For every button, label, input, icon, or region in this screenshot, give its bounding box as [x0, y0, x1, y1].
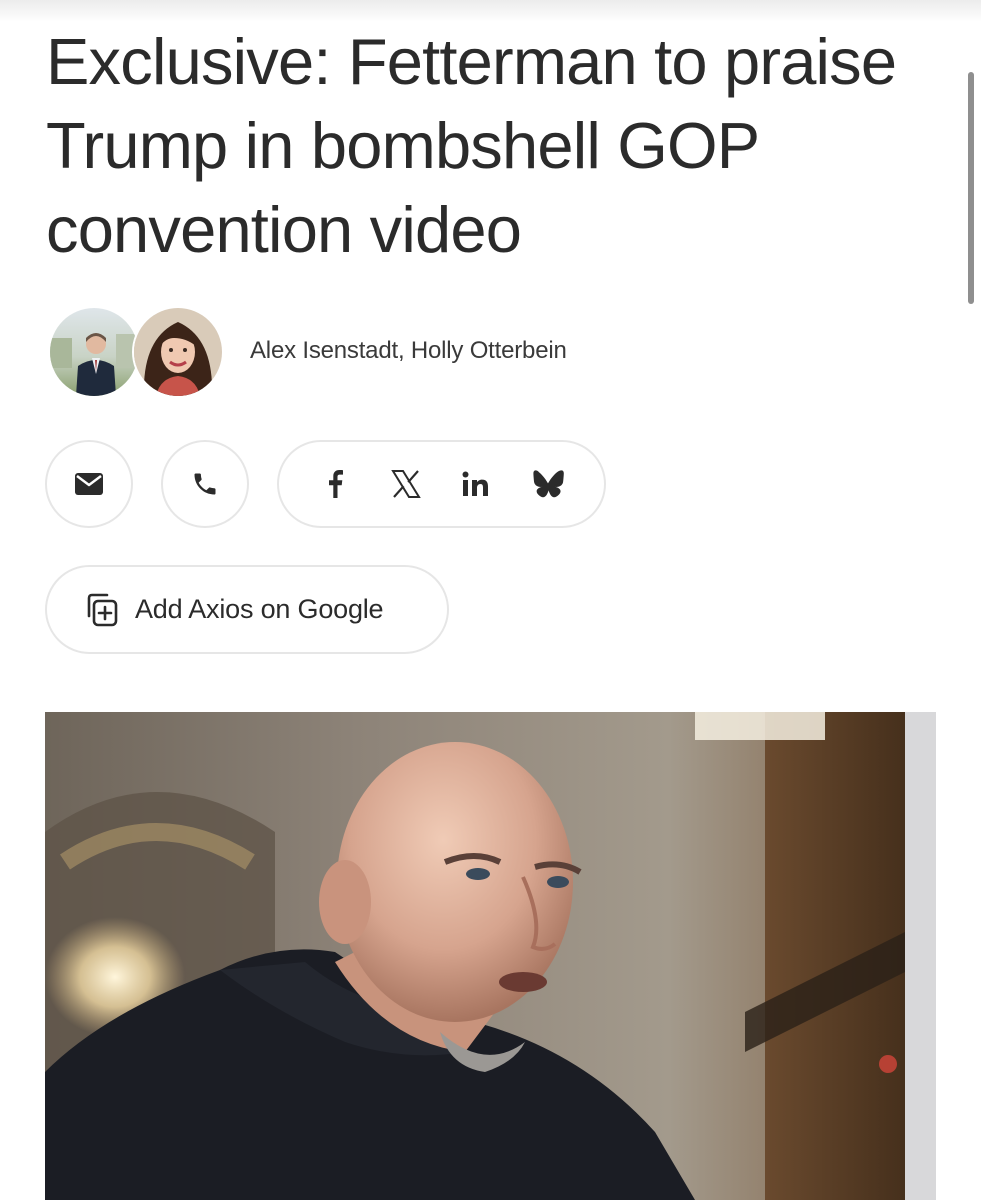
google-button-label: Add Axios on Google — [135, 594, 384, 624]
article-headline: Exclusive: Fetterman to praise Trump in … — [46, 25, 897, 266]
author-avatars — [48, 306, 224, 398]
article-bylines: Alex Isenstadt, Holly Otterbein — [250, 337, 567, 364]
add-axios-on-google-button[interactable]: Add Axios on Google — [45, 565, 449, 654]
share-phone-button[interactable] — [161, 440, 249, 528]
email-icon — [67, 462, 111, 506]
top-fade — [0, 0, 981, 22]
bluesky-icon[interactable] — [526, 462, 570, 506]
scrollbar[interactable] — [968, 72, 974, 304]
facebook-icon[interactable] — [313, 462, 357, 506]
author-avatar-alex-isenstadt[interactable] — [48, 306, 140, 398]
x-icon[interactable] — [384, 462, 428, 506]
share-email-button[interactable] — [45, 440, 133, 528]
linkedin-icon[interactable] — [455, 462, 499, 506]
social-share-group — [277, 440, 606, 528]
author-avatar-holly-otterbein[interactable] — [132, 306, 224, 398]
add-to-stack-icon — [81, 590, 121, 630]
article-hero-photo — [45, 712, 936, 1200]
phone-icon — [183, 462, 227, 506]
